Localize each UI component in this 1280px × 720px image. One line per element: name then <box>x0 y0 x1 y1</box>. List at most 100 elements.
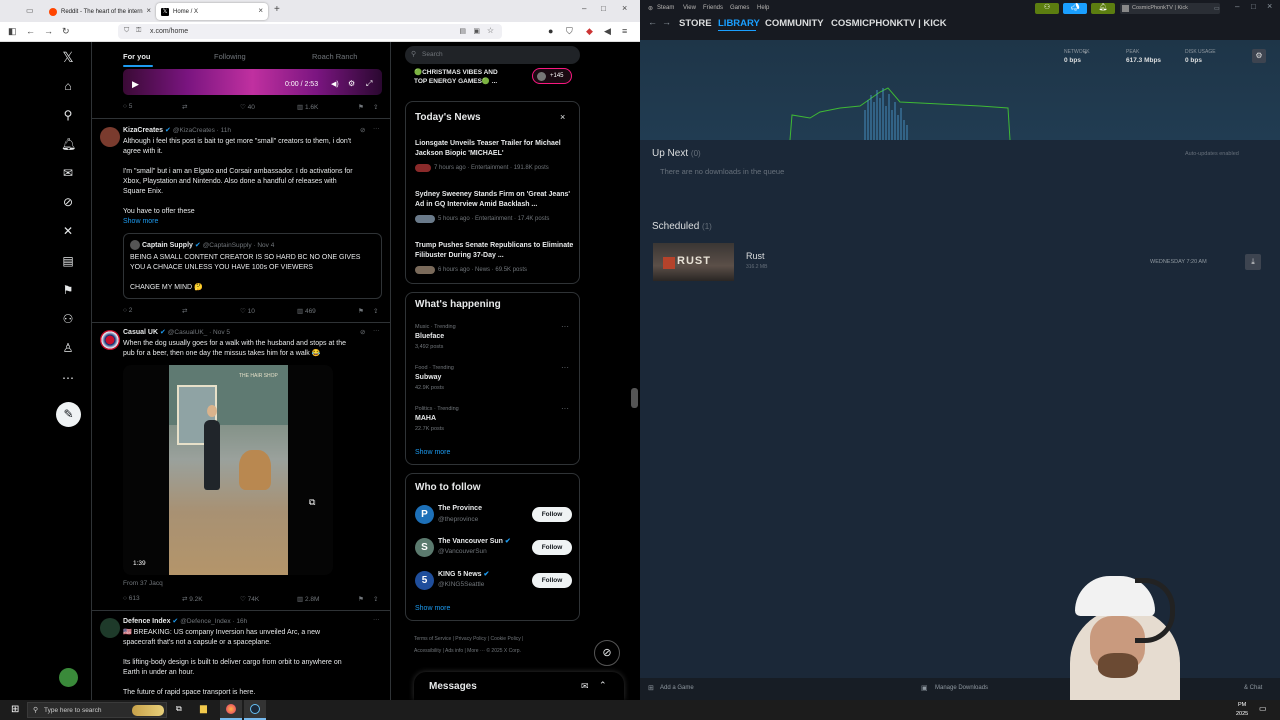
clock-date[interactable]: 2025 <box>1236 711 1248 717</box>
communities-icon[interactable]: ⚇ <box>61 312 75 326</box>
clock-time[interactable]: PM <box>1238 702 1246 708</box>
account-menu[interactable]: CosmicPhonkTV | Kick <box>1120 3 1220 14</box>
more-icon[interactable]: ⋯ <box>61 371 75 385</box>
notifications-bell-icon[interactable]: 🔔︎ <box>1091 3 1115 14</box>
tab-reddit[interactable]: Reddit - The heart of the intern × <box>44 3 156 20</box>
follow-name[interactable]: KING 5 News ✔ <box>438 570 489 578</box>
nav-profile[interactable]: COSMICPHONKTV | KICK <box>831 18 947 29</box>
more-options-icon[interactable]: ··· <box>561 322 569 331</box>
settings-gear-icon[interactable]: ⚙ <box>1252 49 1266 63</box>
sidebar-toggle-icon[interactable]: ◧ <box>8 26 17 37</box>
more-options-icon[interactable]: ··· <box>373 616 380 623</box>
avatar[interactable]: P <box>415 505 434 524</box>
follow-button[interactable]: Follow <box>532 540 572 555</box>
grok-floating-button[interactable]: ⊘ <box>594 640 620 666</box>
share-icon[interactable]: ⇪ <box>373 595 378 603</box>
back-arrow-icon[interactable]: ← <box>26 26 35 36</box>
big-picture-icon[interactable]: ▭ <box>1214 5 1220 12</box>
grok-icon[interactable]: ⊘ <box>61 195 75 209</box>
premium-x-icon[interactable]: ✕ <box>61 224 75 238</box>
file-explorer-icon[interactable]: ▆ <box>200 703 207 714</box>
share-icon[interactable]: ⇪ <box>373 307 378 315</box>
extension-icon[interactable]: ● <box>548 26 553 36</box>
add-icon[interactable]: ⊞ <box>648 684 654 692</box>
menu-games[interactable]: Games <box>730 5 749 11</box>
notifications-bell-icon[interactable]: 🔔︎ <box>61 137 76 151</box>
author-handle[interactable]: @CasualUK_ · Nov 5 <box>168 329 230 336</box>
account-avatar[interactable] <box>59 668 78 687</box>
fullscreen-icon[interactable]: ⤢ <box>366 79 372 89</box>
more-options-icon[interactable]: ··· <box>561 404 569 413</box>
new-tab-button[interactable]: + <box>274 4 280 15</box>
mute-icon[interactable]: ◀) <box>331 80 339 88</box>
follow-button[interactable]: Follow <box>532 573 572 588</box>
nav-store[interactable]: STORE <box>679 18 712 29</box>
more-options-icon[interactable]: ··· <box>373 327 380 334</box>
bookmark-icon[interactable]: ⚑ <box>358 307 364 315</box>
avatar[interactable] <box>100 127 120 147</box>
tab-x-home[interactable]: 𝕏 Home / X × <box>156 3 268 20</box>
play-icon[interactable]: ▶ <box>132 79 139 90</box>
maximize-button[interactable]: □ <box>1251 2 1256 11</box>
close-window-button[interactable]: × <box>622 3 627 13</box>
video-source[interactable]: From 37 Jacq <box>123 580 163 587</box>
forward-arrow-icon[interactable]: → <box>662 17 671 27</box>
compose-post-button[interactable]: ✎ <box>56 402 81 427</box>
share-icon[interactable]: ⇪ <box>373 103 378 111</box>
url-field[interactable]: ⛉ ⚿ x.com/home ▤ ▣ ☆ <box>118 24 502 39</box>
minimize-button[interactable]: – <box>582 4 586 13</box>
close-tab-icon[interactable]: × <box>258 6 263 15</box>
search-icon[interactable]: ⚲ <box>61 108 75 122</box>
picture-in-picture-icon[interactable]: ⧉ <box>309 497 315 508</box>
news-headline[interactable]: Lionsgate Unveils Teaser Trailer for Mic… <box>415 139 575 158</box>
tab-for-you[interactable]: For you <box>123 52 151 61</box>
author-name[interactable]: Casual UK <box>123 329 158 336</box>
show-more-link[interactable]: Show more <box>415 449 450 456</box>
reply-icon[interactable]: ○ 613 <box>123 595 140 602</box>
taskbar-search-input[interactable]: ⚲ Type here to search <box>27 702 167 718</box>
grok-icon[interactable]: ⊘ <box>360 328 365 336</box>
video-player[interactable]: THE HAIR SHOP 1:39 ⧉ <box>123 365 333 575</box>
trend-name[interactable]: Subway <box>415 374 441 381</box>
more-options-icon[interactable]: ··· <box>561 363 569 372</box>
close-icon[interactable]: × <box>560 112 565 122</box>
download-icon[interactable]: ⤓ <box>1245 254 1261 270</box>
repost-icon[interactable]: ⇄ <box>182 307 187 315</box>
messages-drawer[interactable]: Messages ✉ ⌃ <box>414 672 624 700</box>
avatar[interactable]: 5 <box>415 571 434 590</box>
trend-name[interactable]: MAHA <box>415 415 436 422</box>
live-space-title[interactable]: 🟢CHRISTMAS VIBES AND TOP ENERGY GAMES🟢 .… <box>414 68 534 86</box>
news-headline[interactable]: Sydney Sweeney Stands Firm on 'Great Jea… <box>415 190 575 209</box>
friends-chat-button[interactable]: & Chat <box>1244 685 1262 691</box>
like-icon[interactable]: ♡ 10 <box>240 307 255 315</box>
tab-overview-icon[interactable]: ▭ <box>26 6 34 15</box>
bookmarks-icon[interactable]: ⚑ <box>61 283 75 297</box>
firefox-taskbar-button[interactable] <box>220 700 242 720</box>
follow-name[interactable]: The Province <box>438 505 482 512</box>
nav-library[interactable]: LIBRARY <box>718 18 760 29</box>
trend-name[interactable]: Blueface <box>415 333 444 340</box>
start-windows-icon[interactable]: ⊞ <box>11 704 19 715</box>
news-headline[interactable]: Trump Pushes Senate Republicans to Elimi… <box>415 241 575 260</box>
settings-gear-icon[interactable]: ⚙ <box>348 79 355 88</box>
ublock-icon[interactable]: ◆ <box>586 26 593 37</box>
repost-icon[interactable]: ⇄ <box>182 103 187 111</box>
profile-icon[interactable]: ♙ <box>61 341 75 355</box>
download-item-rust[interactable]: RUST Rust 316.2 MB WEDNESDAY 7:20 AM ⤓ <box>652 241 1268 283</box>
audio-icon[interactable]: ◀ <box>604 26 611 37</box>
reload-icon[interactable]: ↻ <box>62 26 70 37</box>
more-options-icon[interactable]: ··· <box>373 125 380 132</box>
views-icon[interactable]: ▥ 1.6K <box>297 103 318 111</box>
maximize-button[interactable]: □ <box>601 4 606 13</box>
forward-arrow-icon[interactable]: → <box>44 26 53 36</box>
task-view-icon[interactable]: ⧉ <box>176 704 182 714</box>
add-a-game-button[interactable]: Add a Game <box>660 685 694 691</box>
tab-following[interactable]: Following <box>214 52 246 61</box>
menu-icon[interactable]: ≡ <box>622 26 627 36</box>
reader-view-icon[interactable]: ▤ <box>459 27 466 35</box>
quoted-post[interactable]: Captain Supply ✔ @CaptainSupply · Nov 4 … <box>123 233 382 299</box>
reply-icon[interactable]: ○ 5 <box>123 103 132 110</box>
notification-center-icon[interactable]: ▭ <box>1259 704 1267 713</box>
bookmark-icon[interactable]: ⚑ <box>358 595 364 603</box>
repost-icon[interactable]: ⇄ 9.2K <box>182 595 203 603</box>
